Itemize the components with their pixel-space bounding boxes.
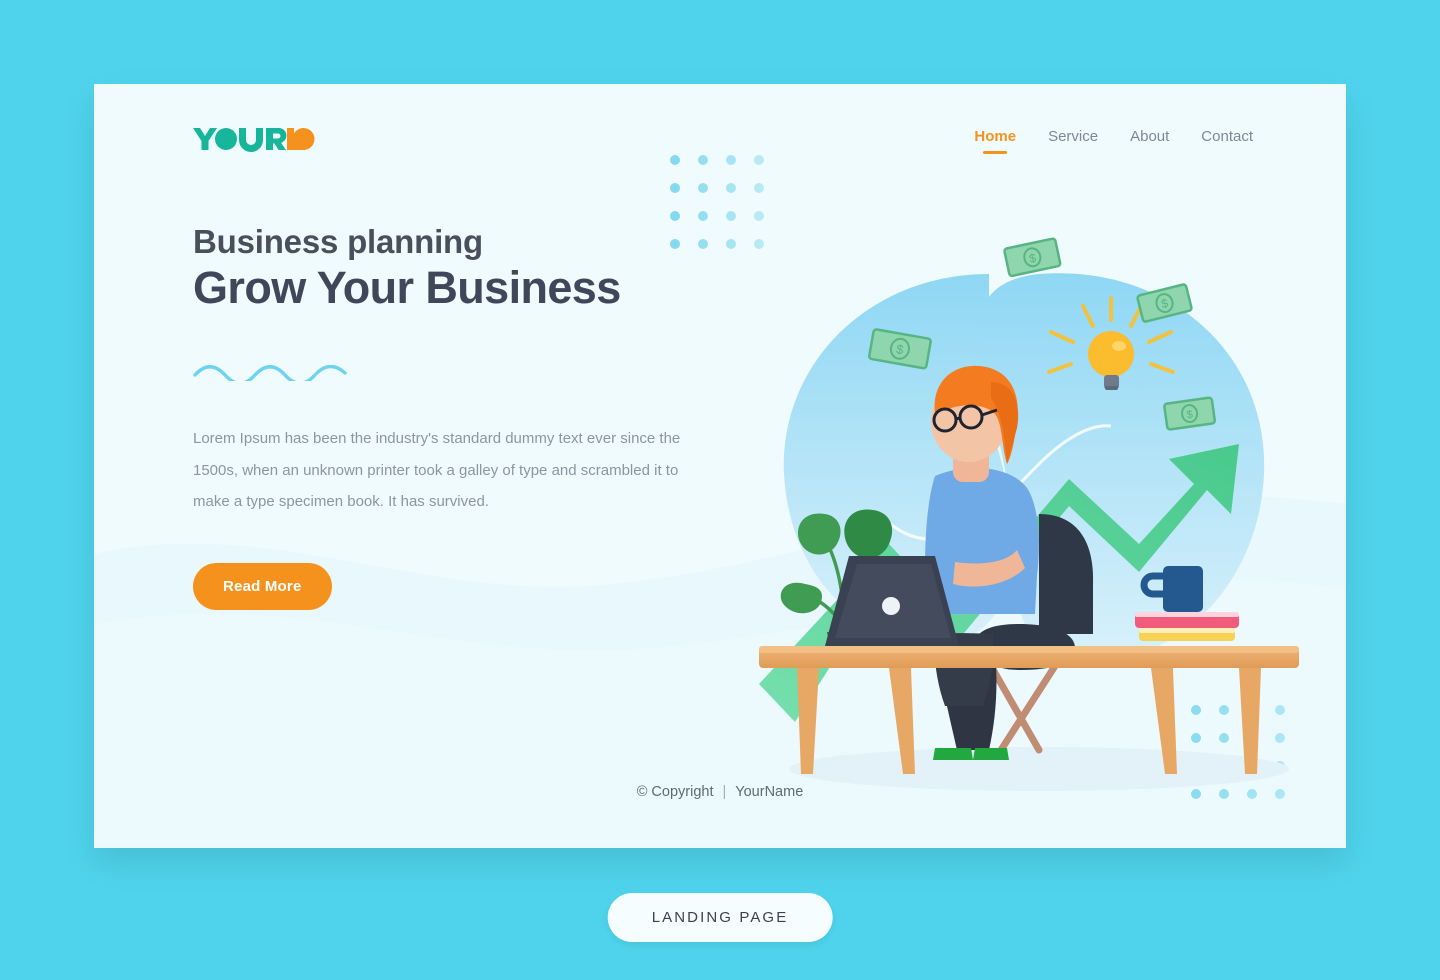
hero-body-text: Lorem Ipsum has been the industry's stan…	[193, 430, 681, 510]
read-more-button[interactable]: Read More	[193, 562, 332, 610]
copyright-separator: |	[722, 784, 727, 800]
nav-item-contact[interactable]: Contact	[1201, 128, 1253, 154]
nav-item-home-label: Home	[974, 128, 1017, 145]
hero-title: Grow Your Business	[193, 261, 621, 313]
copyright-text: © Copyright	[636, 784, 714, 800]
nav-item-about-label: About	[1130, 128, 1170, 145]
page-root: YOURLOGO Home Service About Contact Busi…	[0, 0, 1440, 980]
nav-item-service-label: Service	[1048, 128, 1099, 145]
money-bill-icon-1: $	[1003, 237, 1062, 278]
books-stack	[1135, 612, 1239, 641]
hero-section: Business planning Grow Your Business Lor…	[193, 223, 713, 610]
main-nav: Home Service About Contact	[974, 128, 1253, 154]
business-growth-illustration: $ $ $ $	[759, 237, 1299, 791]
nav-item-about[interactable]: About	[1130, 128, 1169, 154]
copyright-name: YourName	[735, 784, 804, 800]
landing-page-badge[interactable]: LANDING PAGE	[607, 893, 833, 942]
nav-active-underline	[983, 151, 1008, 154]
logo-wordmark	[193, 128, 315, 152]
nav-item-contact-label: Contact	[1201, 128, 1253, 145]
logo[interactable]	[193, 126, 318, 152]
nav-item-service[interactable]: Service	[1048, 128, 1098, 154]
nav-item-home[interactable]: Home	[974, 128, 1016, 154]
money-bill-icon-4: $	[1163, 396, 1217, 431]
hero-eyebrow: Business planning	[193, 223, 483, 260]
wave-divider-icon	[193, 365, 347, 382]
copyright-footer: © Copyright | YourName	[94, 784, 1346, 800]
landing-page-card: YOURLOGO Home Service About Contact Busi…	[94, 84, 1346, 848]
